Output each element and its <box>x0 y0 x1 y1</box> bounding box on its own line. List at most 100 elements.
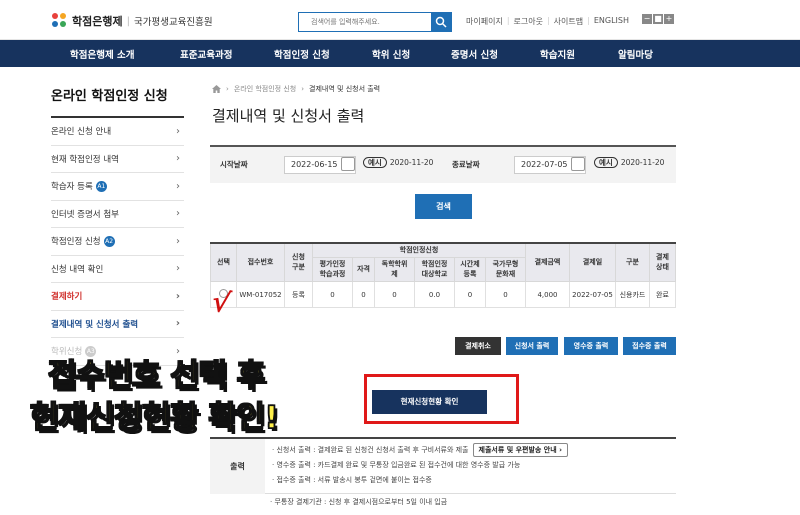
sidebar-item-label: 학점인정 신청 <box>51 237 101 248</box>
cell-self-degree: 0 <box>374 281 416 309</box>
cell-school: 0.0 <box>414 281 455 309</box>
nav-item-notice[interactable]: 알림마당 <box>618 47 653 61</box>
breadcrumb: › 온라인 학점인정 신청 › 결제내역 및 신청서 출력 <box>212 84 380 94</box>
example-tag: 예시 <box>594 157 618 168</box>
sidebar-item-apply[interactable]: 학점인정 신청 A2 › <box>51 228 184 256</box>
home-icon[interactable] <box>212 85 221 93</box>
table-row[interactable]: WM-017052 등록 0 0 0 0.0 0 0 4,000 2022-07… <box>210 281 676 309</box>
info-text: 무통장 결제기관 : 신청 후 결제시점으로부터 5일 이내 입금 <box>274 498 448 506</box>
col-group-credit: 학점인정신청 <box>312 242 526 259</box>
nav-item-degree[interactable]: 학위 신청 <box>372 47 410 61</box>
col-select: 선택 <box>210 242 237 283</box>
util-sep: | <box>506 16 510 25</box>
example-tag: 예시 <box>363 157 387 168</box>
chevron-right-icon: › <box>176 235 180 247</box>
sidebar-item-guide[interactable]: 온라인 신청 안내 › <box>51 118 184 146</box>
top-header: 학점은행제 | 국가평생교육진흥원 마이페이지| 로그아웃| 사이트맵| ENG… <box>0 0 800 40</box>
search-submit-button[interactable]: 검색 <box>415 194 472 219</box>
col-school: 학점인정 대상학교 <box>414 257 455 283</box>
font-reset-button[interactable]: ■ <box>653 14 663 24</box>
chevron-right-icon: › <box>301 85 305 93</box>
font-decrease-button[interactable]: − <box>642 14 652 24</box>
col-apply-type: 신청 구분 <box>284 242 313 283</box>
sidebar-item-attach[interactable]: 인터넷 증명서 첨부 › <box>51 201 184 228</box>
print-info: 출력 · 신청서 출력 : 결제완료 된 신청건 신청서 출력 후 구비서류와 … <box>210 437 676 494</box>
cell-amount: 4,000 <box>525 281 570 309</box>
cell-apply-type: 등록 <box>284 281 313 309</box>
logo-icon <box>52 13 68 29</box>
sidebar-item-print[interactable]: 결제내역 및 신청서 출력 › <box>51 311 184 338</box>
chevron-right-icon: › <box>175 290 180 302</box>
logo-subtitle: 국가평생교육진흥원 <box>133 17 213 28</box>
cell-receipt: WM-017052 <box>236 281 285 309</box>
breadcrumb-item[interactable]: 온라인 학점인정 신청 <box>234 84 296 94</box>
end-date-label: 종료날짜 <box>452 160 480 169</box>
sidebar: 온라인 학점인정 신청 온라인 신청 안내 › 현재 학점인정 내역 › 학습자 등… <box>51 75 184 366</box>
info-text: 신청서 출력 : 결제완료 된 신청건 신청서 출력 후 구비서류와 제출 <box>276 446 469 454</box>
info-line: · 신청서 출력 : 결제완료 된 신청건 신청서 출력 후 구비서류와 제출 제… <box>272 443 568 458</box>
util-sep: | <box>587 16 590 25</box>
col-parttime: 시간제 등록 <box>453 257 487 283</box>
search-input[interactable] <box>299 13 431 31</box>
print-receipt-button[interactable]: 영수증 출력 <box>564 337 618 355</box>
util-sep: | <box>546 16 550 25</box>
sidebar-item-label: 결제내역 및 신청서 출력 <box>51 319 139 330</box>
date-filter: 시작날짜 2022-06-15 예시 2020-11-20 종료날짜 2022-0… <box>210 145 676 183</box>
cell-heritage: 0 <box>485 281 526 309</box>
end-date-example: 예시 2020-11-20 <box>594 157 664 168</box>
chevron-right-icon: › <box>175 318 180 330</box>
english-link[interactable]: ENGLISH <box>594 16 629 27</box>
search-button[interactable] <box>431 13 451 31</box>
cell-license: 0 <box>351 281 376 309</box>
start-date-example: 예시 2020-11-20 <box>363 157 433 168</box>
sidebar-item-label: 결제하기 <box>51 292 83 303</box>
col-method: 구분 <box>615 242 650 283</box>
example-value: 2020-11-20 <box>620 158 665 167</box>
col-license: 자격 <box>351 257 376 283</box>
search-box <box>298 12 452 32</box>
sidebar-item-payment[interactable]: 결제하기 › <box>51 283 184 311</box>
col-self-degree: 독학학위 제 <box>374 257 416 283</box>
overlay-caption-line2: 현재신청현황 확인! <box>29 399 279 437</box>
cell-method: 신용카드 <box>615 281 650 309</box>
info-text: 접수증 출력 : 서류 발송시 봉투 겉면에 붙이는 접수증 <box>276 476 432 484</box>
chevron-right-icon: › <box>176 153 180 165</box>
nav-item-study-support[interactable]: 학습지원 <box>540 47 575 61</box>
logout-link[interactable]: 로그아웃 <box>514 16 543 27</box>
sidebar-title: 온라인 학점인정 신청 <box>51 75 184 118</box>
font-increase-button[interactable]: + <box>664 14 674 24</box>
print-acceptance-button[interactable]: 접수증 출력 <box>623 337 676 355</box>
info-label: 출력 <box>210 439 265 494</box>
current-status-button[interactable]: 현재신청현황 확인 <box>372 390 487 414</box>
nav-item-certificate[interactable]: 증명서 신청 <box>451 47 498 61</box>
info-line: · 영수증 출력 : 카드결제 완료 및 무통장 입금완료 된 접수건에 대한 … <box>272 461 521 469</box>
sidebar-item-label: 온라인 신청 안내 <box>51 127 112 138</box>
calendar-icon[interactable] <box>571 157 585 171</box>
sidebar-item-register[interactable]: 학습자 등록 A1 › <box>51 173 184 201</box>
nav-item-credit-apply[interactable]: 학점인정 신청 <box>274 47 330 61</box>
sidebar-item-label: 학습자 등록 <box>51 182 93 193</box>
sitemap-link[interactable]: 사이트맵 <box>554 16 583 27</box>
nav-item-intro[interactable]: 학점은행제 소개 <box>70 47 135 61</box>
submission-guide-button[interactable]: 제출서류 및 우편발송 안내 › <box>472 443 568 457</box>
chevron-right-icon: › <box>176 208 180 220</box>
bank-transfer-note: · 무통장 결제기관 : 신청 후 결제시점으로부터 5일 이내 입금 <box>270 498 448 506</box>
submission-guide-label: 제출서류 및 우편발송 안내 <box>478 446 557 454</box>
nav-item-curriculum[interactable]: 표준교육과정 <box>180 47 232 61</box>
step-badge: A2 <box>103 236 115 248</box>
sidebar-item-current[interactable]: 현재 학점인정 내역 › <box>51 146 184 173</box>
print-application-button[interactable]: 신청서 출력 <box>506 337 558 355</box>
cell-standard: 0 <box>312 281 353 309</box>
page-title: 결제내역 및 신청서 출력 <box>212 107 365 125</box>
cancel-payment-button[interactable]: 결제취소 <box>455 337 501 355</box>
site-logo[interactable]: 학점은행제 | 국가평생교육진흥원 <box>52 13 213 29</box>
sidebar-item-check[interactable]: 신청 내역 확인 › <box>51 256 184 283</box>
global-nav: 학점은행제 소개 표준교육과정 학점인정 신청 학위 신청 증명서 신청 학습지… <box>0 40 800 67</box>
info-lines: · 신청서 출력 : 결제완료 된 신청건 신청서 출력 후 구비서류와 제출 제… <box>272 443 568 488</box>
breadcrumb-current: 결제내역 및 신청서 출력 <box>309 85 381 93</box>
chevron-right-icon: › <box>176 125 180 137</box>
logo-divider: | <box>126 15 130 27</box>
calendar-icon[interactable] <box>341 157 355 171</box>
chevron-right-icon: › <box>176 180 180 192</box>
mypage-link[interactable]: 마이페이지 <box>466 16 503 27</box>
